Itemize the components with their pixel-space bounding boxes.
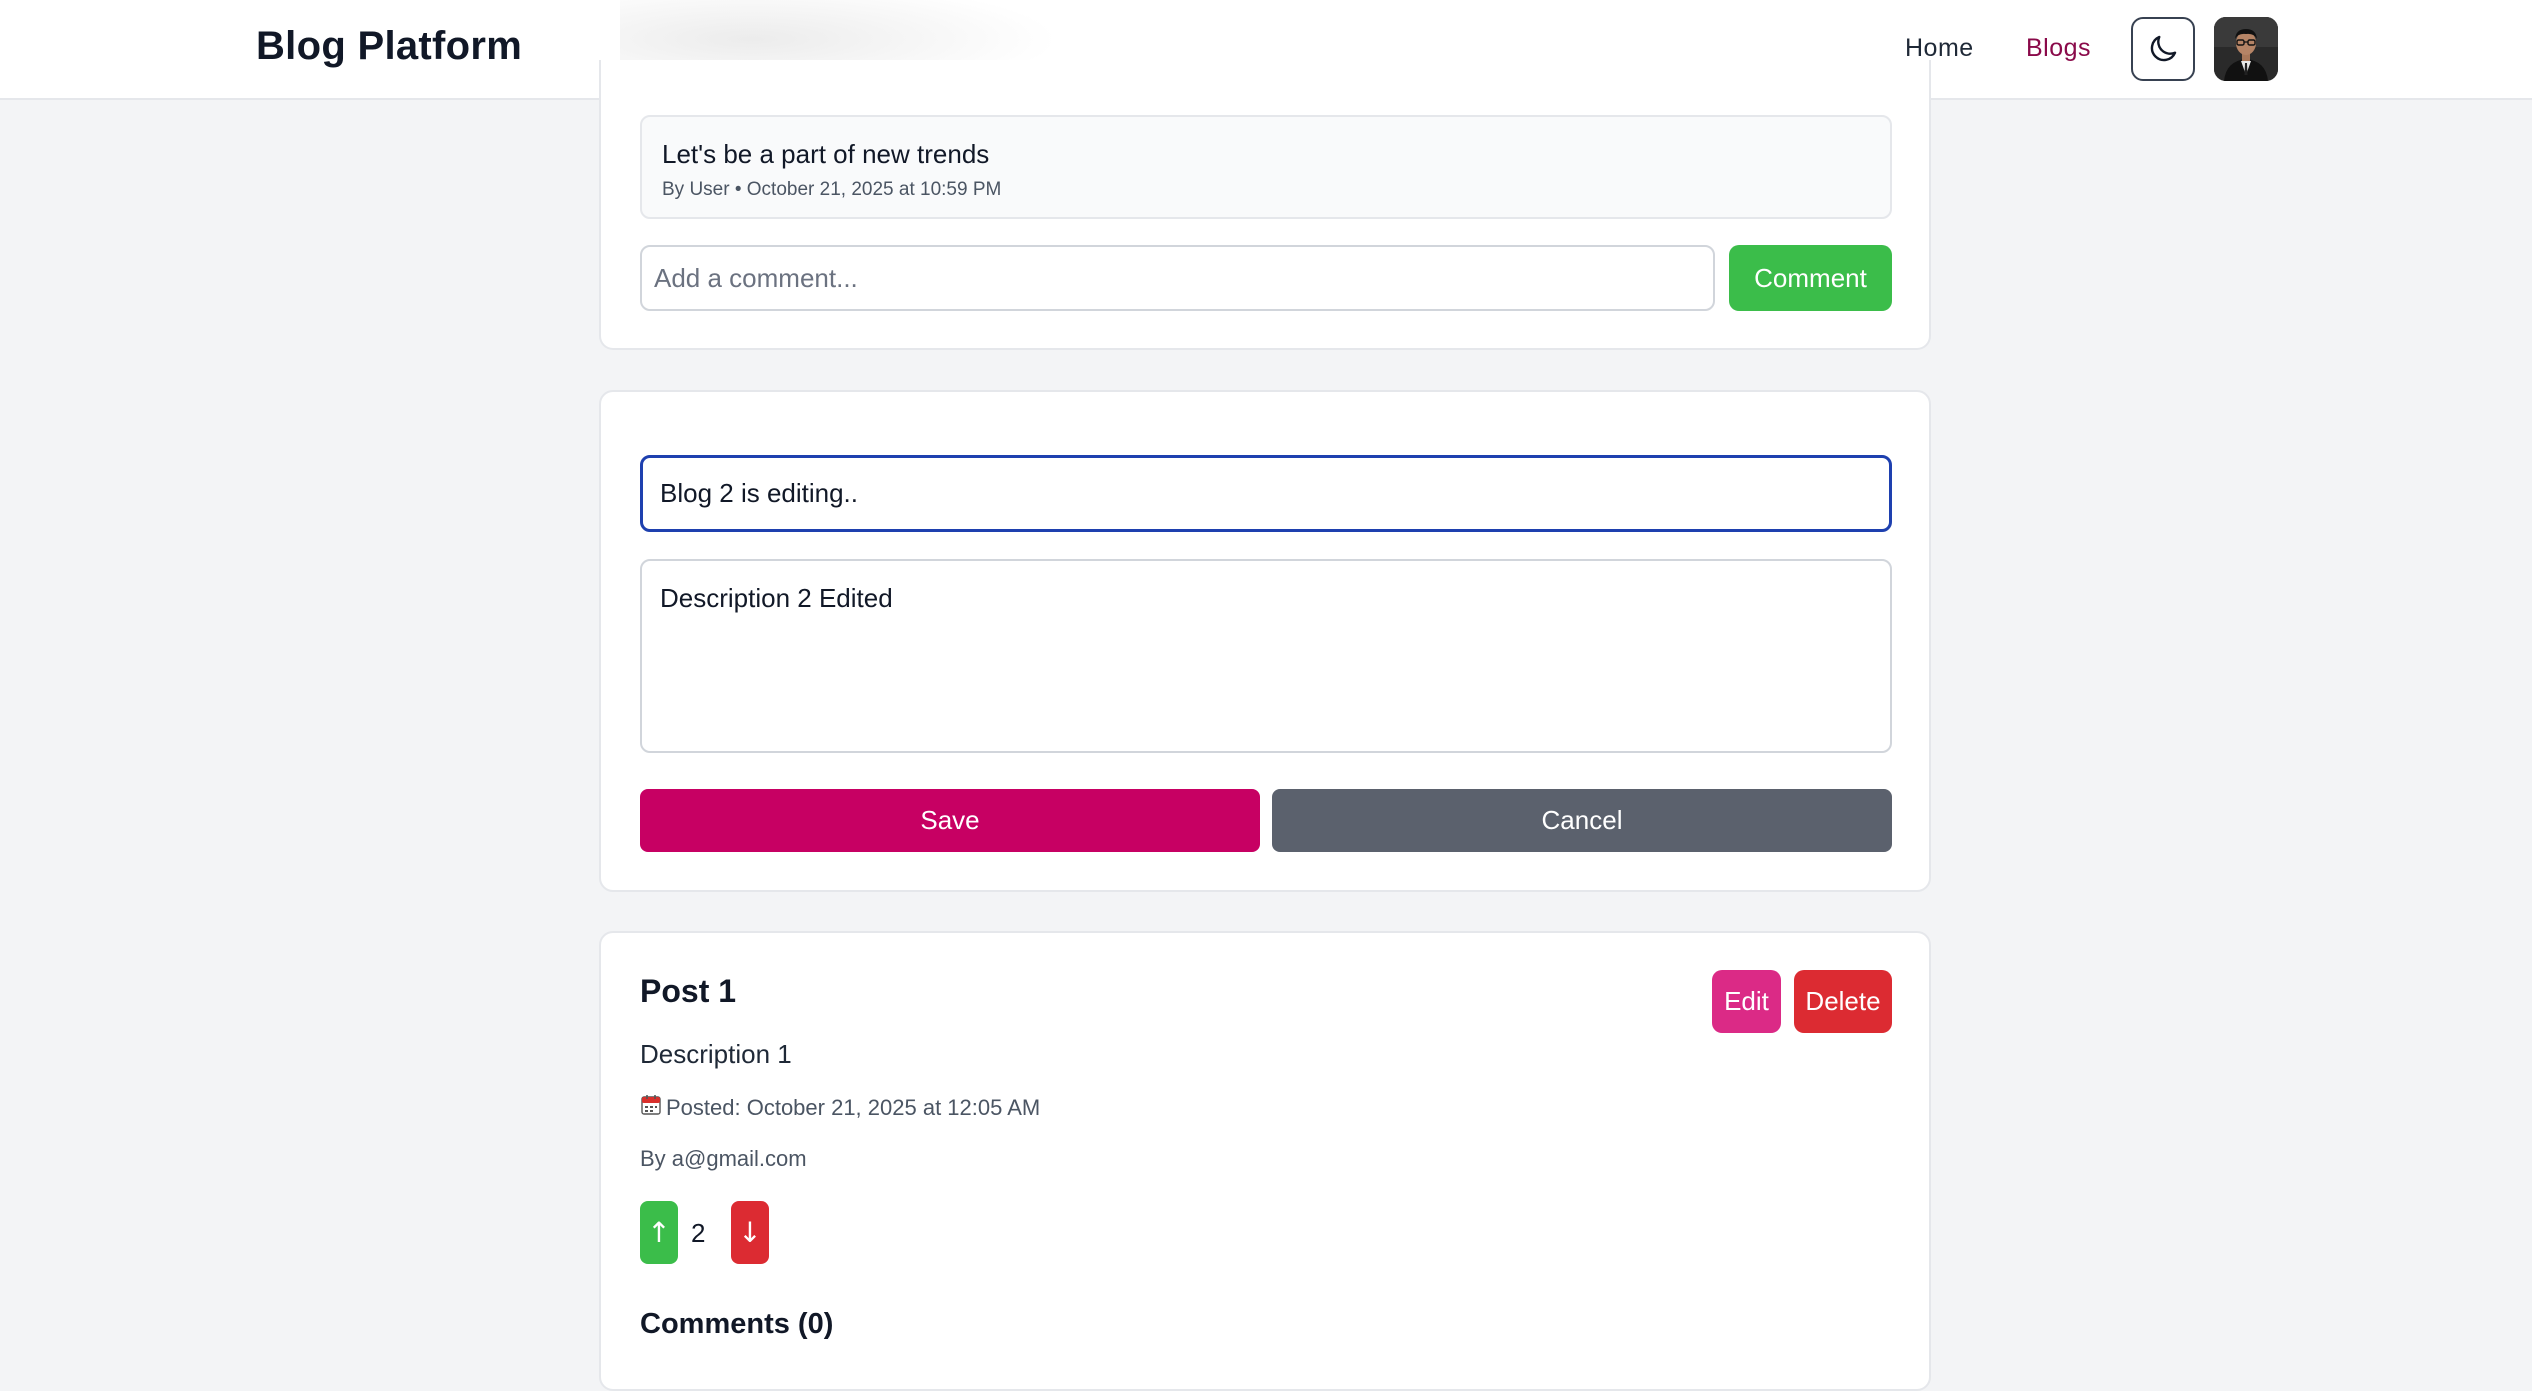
downvote-button[interactable]: ↓ xyxy=(731,1201,769,1264)
nav-link-home[interactable]: Home xyxy=(1905,34,1974,63)
theme-toggle-button[interactable] xyxy=(2131,17,2195,81)
post-date: Posted: October 21, 2025 at 12:05 AM xyxy=(640,1094,1040,1122)
post-description: Description 1 xyxy=(640,1039,792,1069)
edit-post-form: Description 2 Edited Save Cancel xyxy=(599,390,1931,892)
delete-button[interactable]: Delete xyxy=(1794,970,1892,1033)
calendar-icon xyxy=(640,1094,662,1122)
comments-heading: Comments (0) xyxy=(640,1308,834,1340)
title-input[interactable] xyxy=(640,455,1892,532)
brand-title[interactable]: Blog Platform xyxy=(256,24,522,69)
post-author: By a@gmail.com xyxy=(640,1146,807,1171)
comment-item: Let's be a part of new trends By User • … xyxy=(640,115,1892,219)
comment-button[interactable]: Comment xyxy=(1729,245,1892,311)
upvote-button[interactable]: ↑ xyxy=(640,1201,678,1264)
edit-button[interactable]: Edit xyxy=(1712,970,1781,1033)
comment-meta: By User • October 21, 2025 at 10:59 PM xyxy=(662,179,1002,200)
description-textarea[interactable]: Description 2 Edited xyxy=(640,559,1892,753)
vote-count: 2 xyxy=(691,1218,706,1248)
nav-link-blogs[interactable]: Blogs xyxy=(2026,34,2091,63)
comment-input[interactable] xyxy=(640,245,1715,311)
comment-text: Let's be a part of new trends xyxy=(662,139,990,169)
post-date-text: Posted: October 21, 2025 at 12:05 AM xyxy=(666,1095,1041,1120)
post-card: Post 1 Edit Delete Description 1 Posted:… xyxy=(599,931,1931,1391)
moon-icon xyxy=(2150,35,2177,62)
save-button[interactable]: Save xyxy=(640,789,1260,852)
user-avatar[interactable] xyxy=(2214,17,2278,81)
post-card-comments-section: Let's be a part of new trends By User • … xyxy=(599,60,1931,350)
avatar-image xyxy=(2214,17,2278,81)
cancel-button[interactable]: Cancel xyxy=(1272,789,1892,852)
post-title: Post 1 xyxy=(640,973,737,1009)
